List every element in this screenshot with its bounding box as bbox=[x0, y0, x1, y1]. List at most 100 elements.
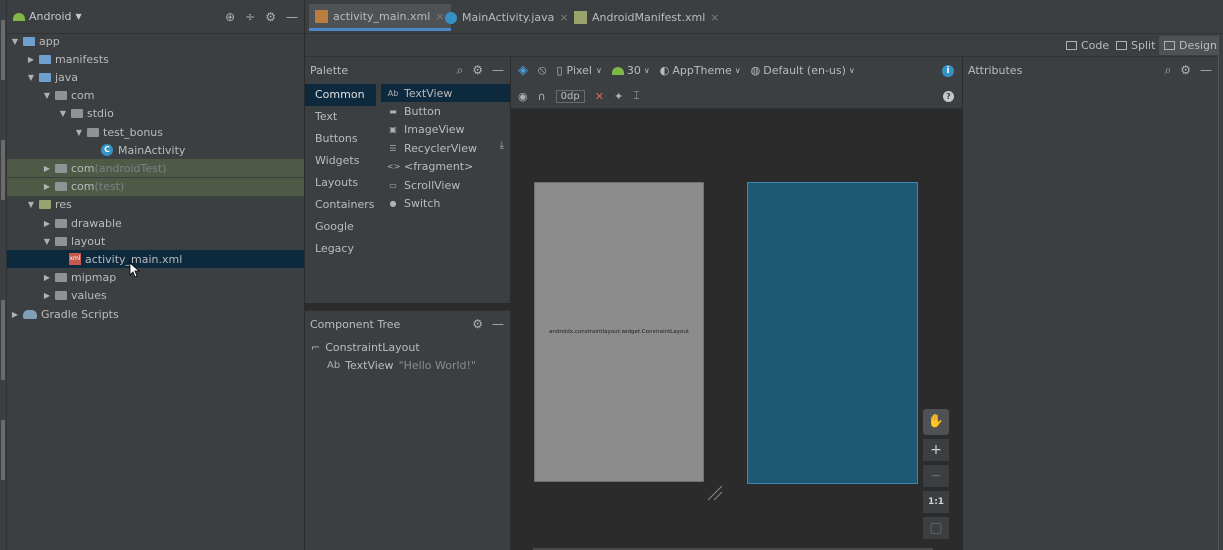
design-canvas[interactable]: androidx.constraintlayout.widget.Constra… bbox=[511, 109, 962, 550]
palette-categories: Common Text Buttons Widgets Layouts Container… bbox=[305, 84, 376, 260]
tree-item[interactable]: ▶ manifests bbox=[7, 50, 304, 68]
expanded-arrow-icon[interactable]: ▼ bbox=[57, 109, 69, 118]
api-selector[interactable]: 30 ∨ bbox=[611, 64, 650, 77]
chevron-down-icon: ∨ bbox=[596, 66, 602, 75]
expanded-arrow-icon[interactable]: ▼ bbox=[41, 91, 53, 100]
design-preview[interactable]: androidx.constraintlayout.widget.Constra… bbox=[534, 182, 704, 482]
tree-item[interactable]: ▼ java bbox=[7, 68, 304, 86]
tree-item[interactable]: ▼ layout bbox=[7, 232, 304, 250]
collapsed-arrow-icon[interactable]: ▶ bbox=[41, 182, 53, 191]
locale-selector[interactable]: ◍ Default (en-us) ∨ bbox=[751, 64, 855, 77]
device-selector[interactable]: ▯ Pixel ∨ bbox=[556, 64, 601, 77]
expanded-arrow-icon[interactable]: ▼ bbox=[73, 128, 85, 137]
hide-icon[interactable]: — bbox=[286, 10, 298, 24]
folder-icon bbox=[55, 218, 67, 228]
pan-hand-icon[interactable]: ✋ bbox=[923, 409, 949, 435]
expanded-arrow-icon[interactable]: ▼ bbox=[9, 37, 21, 46]
component-tree-root[interactable]: ⌐ ConstraintLayout bbox=[305, 338, 510, 356]
palette-item[interactable]: ● Switch bbox=[381, 194, 510, 212]
tab-main-activity[interactable]: MainActivity.java × bbox=[439, 4, 575, 31]
tree-item[interactable]: C MainActivity bbox=[7, 141, 304, 159]
palette-category[interactable]: Buttons bbox=[305, 128, 376, 150]
collapsed-arrow-icon[interactable]: ▶ bbox=[41, 273, 53, 282]
zoom-fit-button[interactable]: 1:1 bbox=[923, 491, 949, 513]
hide-icon[interactable]: — bbox=[492, 63, 504, 78]
download-icon[interactable]: ⤓ bbox=[500, 140, 504, 151]
collapse-all-icon[interactable]: ÷ bbox=[245, 10, 255, 24]
code-mode-button[interactable]: Code bbox=[1061, 36, 1114, 55]
default-margin-selector[interactable]: 0dp bbox=[555, 89, 585, 103]
component-tree-child[interactable]: Ab TextView "Hello World!" bbox=[305, 356, 510, 374]
right-tool-strip[interactable] bbox=[1218, 34, 1223, 550]
collapsed-arrow-icon[interactable]: ▶ bbox=[25, 55, 37, 64]
search-icon[interactable]: ⌕ bbox=[457, 63, 464, 78]
expanded-arrow-icon[interactable]: ▼ bbox=[25, 200, 37, 209]
expanded-arrow-icon[interactable]: ▼ bbox=[25, 73, 37, 82]
collapsed-arrow-icon[interactable]: ▶ bbox=[41, 291, 53, 300]
magnet-icon[interactable]: ∩ bbox=[538, 90, 546, 103]
palette-category[interactable]: Common bbox=[305, 84, 376, 106]
hide-icon[interactable]: — bbox=[492, 317, 504, 331]
zoom-to-fit-icon[interactable]: ▢ bbox=[923, 517, 949, 539]
blueprint-preview[interactable] bbox=[747, 182, 918, 484]
tab-android-manifest[interactable]: AndroidManifest.xml × bbox=[568, 4, 725, 31]
palette-category[interactable]: Layouts bbox=[305, 172, 376, 194]
tree-item[interactable]: ▼ res bbox=[7, 196, 304, 214]
tree-item[interactable]: ▶ mipmap bbox=[7, 269, 304, 287]
palette-category[interactable]: Widgets bbox=[305, 150, 376, 172]
design-mode-button[interactable]: Design bbox=[1159, 36, 1222, 55]
collapsed-arrow-icon[interactable]: ▶ bbox=[41, 219, 53, 228]
hide-icon[interactable]: — bbox=[1200, 63, 1212, 78]
expanded-arrow-icon[interactable]: ▼ bbox=[41, 237, 53, 246]
view-mode-bar: Code Split Design bbox=[305, 34, 1223, 57]
palette-item[interactable]: ▣ ImageView bbox=[381, 121, 510, 139]
zoom-out-button[interactable]: − bbox=[923, 465, 949, 487]
zoom-in-button[interactable]: + bbox=[923, 439, 949, 461]
collapsed-arrow-icon[interactable]: ▶ bbox=[41, 164, 53, 173]
palette-category[interactable]: Containers bbox=[305, 194, 376, 216]
gear-icon[interactable]: ⚙ bbox=[1180, 63, 1191, 78]
tree-item[interactable]: ▶ com (test) bbox=[7, 177, 304, 196]
palette-item[interactable]: <> <fragment> bbox=[381, 158, 510, 176]
palette-category[interactable]: Legacy bbox=[305, 238, 376, 260]
tree-item[interactable]: ▼ test_bonus bbox=[7, 123, 304, 141]
info-icon[interactable]: i bbox=[942, 64, 954, 77]
gear-icon[interactable]: ⚙ bbox=[472, 63, 483, 78]
gear-icon[interactable]: ⚙ bbox=[472, 317, 483, 331]
collapsed-arrow-icon[interactable]: ▶ bbox=[9, 310, 21, 319]
tree-item[interactable]: ▼ app bbox=[7, 32, 304, 50]
component-child-label: TextView bbox=[345, 358, 394, 372]
close-icon[interactable]: × bbox=[710, 11, 719, 24]
locate-icon[interactable]: ⊕ bbox=[225, 10, 235, 24]
split-mode-button[interactable]: Split bbox=[1111, 36, 1160, 55]
palette-item[interactable]: ▭ ScrollView bbox=[381, 176, 510, 194]
resize-handle-icon[interactable] bbox=[706, 484, 724, 502]
tree-item[interactable]: ▶ values bbox=[7, 287, 304, 305]
palette-item[interactable]: ☰ RecyclerView bbox=[381, 139, 510, 157]
palette-item[interactable]: ▬ Button bbox=[381, 102, 510, 120]
tree-item[interactable]: xml activity_main.xml bbox=[7, 250, 304, 269]
palette-category[interactable]: Text bbox=[305, 106, 376, 128]
component-tree-title: Component Tree bbox=[310, 318, 401, 331]
tree-item[interactable]: ▶ Gradle Scripts bbox=[7, 305, 304, 323]
left-tool-strip[interactable] bbox=[0, 0, 7, 550]
project-view-selector[interactable]: Android ▼ bbox=[13, 10, 82, 23]
tree-item[interactable]: ▼ com bbox=[7, 87, 304, 105]
locale-label: Default (en-us) bbox=[763, 64, 846, 77]
tab-activity-main[interactable]: activity_main.xml × bbox=[309, 4, 451, 31]
clear-constraints-icon[interactable]: ✕ bbox=[595, 90, 604, 103]
guidelines-icon[interactable]: ⌶ bbox=[633, 89, 640, 103]
gear-icon[interactable]: ⚙ bbox=[265, 10, 276, 24]
palette-item[interactable]: Ab TextView bbox=[381, 84, 510, 103]
tree-item[interactable]: ▼ stdio bbox=[7, 105, 304, 123]
orientation-icon[interactable]: ⦸ bbox=[538, 63, 546, 78]
eye-icon[interactable]: ◉ bbox=[518, 90, 528, 103]
search-icon[interactable]: ⌕ bbox=[1165, 63, 1172, 78]
layers-icon[interactable]: ◈ bbox=[518, 63, 528, 78]
infer-constraints-icon[interactable]: ✦ bbox=[614, 90, 623, 103]
tree-item[interactable]: ▶ drawable bbox=[7, 214, 304, 232]
theme-selector[interactable]: ◐ AppTheme ∨ bbox=[660, 64, 741, 77]
palette-category[interactable]: Google bbox=[305, 216, 376, 238]
help-icon[interactable]: ? bbox=[943, 90, 954, 102]
tree-item[interactable]: ▶ com (androidTest) bbox=[7, 159, 304, 178]
